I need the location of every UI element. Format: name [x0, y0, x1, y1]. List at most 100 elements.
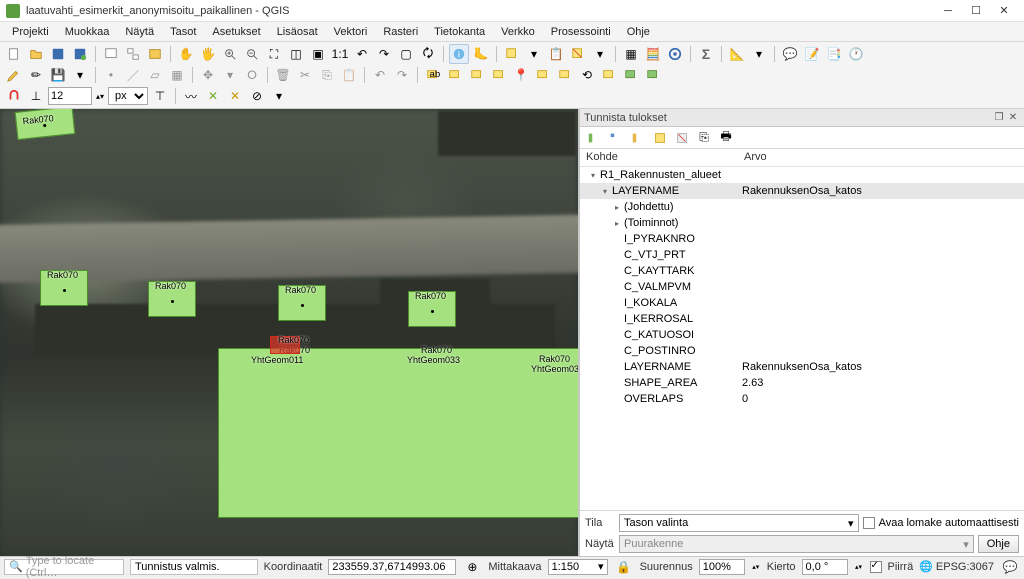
expand-new-icon[interactable] — [628, 128, 648, 148]
style-manager-icon[interactable] — [145, 44, 165, 64]
zoom-in-icon[interactable] — [220, 44, 240, 64]
menu-projekti[interactable]: Projekti — [4, 24, 57, 40]
menu-tasot[interactable]: Tasot — [162, 24, 204, 40]
tree-row[interactable]: C_VALMPVM — [580, 279, 1024, 295]
label-show-icon[interactable] — [533, 65, 553, 85]
clear-results-icon[interactable] — [672, 128, 692, 148]
pan-icon[interactable]: ✋ — [176, 44, 196, 64]
bookmark-icon[interactable]: 📑 — [824, 44, 844, 64]
rot-stepper[interactable]: ▴▾ — [854, 557, 864, 577]
add-line-icon[interactable]: ／ — [123, 65, 143, 85]
topo-edit-icon[interactable]: ⊤ — [150, 86, 170, 106]
tree-row[interactable]: I_KERROSAL — [580, 311, 1024, 327]
form-view-icon[interactable] — [650, 128, 670, 148]
stats-icon[interactable]: Σ — [696, 44, 716, 64]
add-polygon-icon[interactable]: ▱ — [145, 65, 165, 85]
collapse-tree-icon[interactable] — [606, 128, 626, 148]
zoom-next-icon[interactable]: ↷ — [374, 44, 394, 64]
select-by-form-icon[interactable]: 📋 — [546, 44, 566, 64]
cut-icon[interactable]: ✂ — [295, 65, 315, 85]
tree-row[interactable]: ▾R1_Rakennusten_alueet — [580, 167, 1024, 183]
zoom-layer-icon[interactable]: ▣ — [308, 44, 328, 64]
nayta-select[interactable]: Puurakenne▾ — [619, 535, 974, 553]
vertex-tool-icon[interactable]: ✥ — [198, 65, 218, 85]
temporal-icon[interactable]: 🕐 — [846, 44, 866, 64]
select-dropdown-icon[interactable]: ▾ — [524, 44, 544, 64]
copy-feature-icon[interactable]: ⎘ — [694, 128, 714, 148]
menu-prosessointi[interactable]: Prosessointi — [543, 24, 619, 40]
feature-poly[interactable]: Rak070 YhtGeom011 Rak070 YhtGeom033 Rak0… — [218, 348, 578, 518]
action-icon[interactable]: 🦶 — [471, 44, 491, 64]
coord-field[interactable]: 233559.37,6714993.06 — [328, 559, 456, 575]
deselect-icon[interactable] — [568, 44, 588, 64]
save-edits-icon[interactable]: 💾 — [48, 65, 68, 85]
label-toggle-icon[interactable] — [555, 65, 575, 85]
panel-close-icon[interactable]: ✕ — [1006, 111, 1020, 125]
label-diagram-icon[interactable] — [467, 65, 487, 85]
refresh-icon[interactable]: 🗘 — [418, 44, 438, 64]
zoom-last-icon[interactable]: ↶ — [352, 44, 372, 64]
label-props2-icon[interactable] — [643, 65, 663, 85]
save-icon[interactable] — [48, 44, 68, 64]
tree-row[interactable]: OVERLAPS0 — [580, 391, 1024, 407]
tree-row[interactable]: C_POSTINRO — [580, 343, 1024, 359]
menu-tietokanta[interactable]: Tietokanta — [426, 24, 493, 40]
measure-dropdown-icon[interactable]: ▾ — [749, 44, 769, 64]
label-rule-icon[interactable] — [445, 65, 465, 85]
menu-rasteri[interactable]: Rasteri — [375, 24, 426, 40]
annotation-icon[interactable]: 📝 — [802, 44, 822, 64]
tree-row[interactable]: ▸(Johdettu) — [580, 199, 1024, 215]
zoom-out-icon[interactable] — [242, 44, 262, 64]
edit-dropdown-icon[interactable]: ▾ — [70, 65, 90, 85]
save-as-icon[interactable] — [70, 44, 90, 64]
minimize-button[interactable]: ─ — [934, 2, 962, 20]
edit-pencil-icon[interactable] — [4, 65, 24, 85]
topo-icon[interactable]: ⊥ — [26, 86, 46, 106]
snap-avoid-icon[interactable]: ⊘ — [247, 86, 267, 106]
attribute-table-icon[interactable]: ▦ — [621, 44, 641, 64]
tree-row[interactable]: C_KAYTTARK — [580, 263, 1024, 279]
messages-icon[interactable]: 💬 — [1000, 557, 1020, 577]
modify-attr-icon[interactable]: ⭘ — [242, 65, 262, 85]
tila-select[interactable]: Tason valinta▾ — [619, 514, 859, 532]
pan-selection-icon[interactable]: 🖐 — [198, 44, 218, 64]
toggle-edit-icon[interactable]: ✏ — [26, 65, 46, 85]
add-point-icon[interactable]: • — [101, 65, 121, 85]
toolbox-icon[interactable] — [665, 44, 685, 64]
open-project-icon[interactable] — [26, 44, 46, 64]
snap-value-input[interactable] — [48, 87, 92, 105]
coord-toggle-icon[interactable]: ⊕ — [462, 557, 482, 577]
trace-icon[interactable]: 〰 — [181, 86, 201, 106]
maximize-button[interactable]: ☐ — [962, 2, 990, 20]
tree-arrow-icon[interactable]: ▾ — [588, 170, 598, 180]
tree-row[interactable]: ▸(Toiminnot) — [580, 215, 1024, 231]
expand-tree-icon[interactable] — [584, 128, 604, 148]
tree-row[interactable]: C_KATUOSOI — [580, 327, 1024, 343]
label-change-icon[interactable] — [599, 65, 619, 85]
zoom-native-icon[interactable]: 1:1 — [330, 44, 350, 64]
zoom-field[interactable]: 100% — [699, 559, 745, 575]
redo-icon[interactable]: ↷ — [392, 65, 412, 85]
tree-arrow-icon[interactable]: ▾ — [600, 186, 610, 196]
help-button[interactable]: Ohje — [978, 535, 1019, 553]
label-single-icon[interactable]: abc — [423, 65, 443, 85]
print-icon[interactable]: 🖶 — [716, 128, 736, 148]
menu-näytä[interactable]: Näytä — [117, 24, 162, 40]
measure-icon[interactable]: 📐 — [727, 44, 747, 64]
tree-row[interactable]: C_VTJ_PRT — [580, 247, 1024, 263]
identify-icon[interactable]: i — [449, 44, 469, 64]
snap-self-icon[interactable]: ✕ — [225, 86, 245, 106]
tree-body[interactable]: ▾R1_Rakennusten_alueet▾LAYERNAMERakennuk… — [580, 167, 1024, 510]
feature-poly[interactable]: Rak070 — [278, 285, 326, 321]
feature-poly[interactable]: Rak070 — [148, 281, 196, 317]
deselect-dropdown-icon[interactable]: ▾ — [590, 44, 610, 64]
menu-muokkaa[interactable]: Muokkaa — [57, 24, 118, 40]
field-calc-icon[interactable]: 🧮 — [643, 44, 663, 64]
render-checkbox[interactable]: ✓ — [870, 561, 882, 573]
delete-icon[interactable]: 🗑 — [273, 65, 293, 85]
tree-row[interactable]: I_PYRAKNRO — [580, 231, 1024, 247]
tree-row[interactable]: ▾LAYERNAMERakennuksenOsa_katos — [580, 183, 1024, 199]
label-props-icon[interactable] — [621, 65, 641, 85]
snap-unit-select[interactable]: px — [108, 87, 148, 105]
new-project-icon[interactable] — [4, 44, 24, 64]
